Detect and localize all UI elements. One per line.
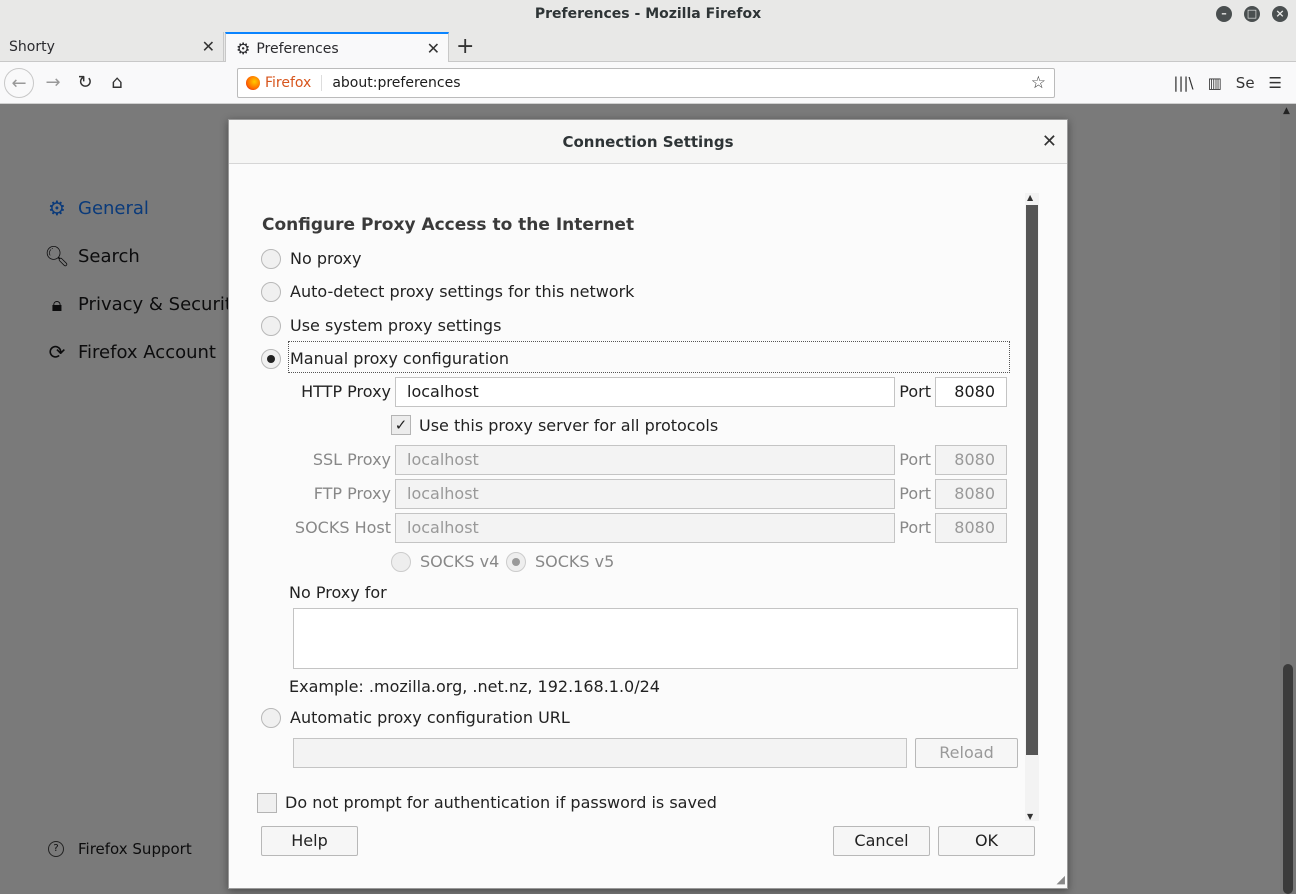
ftp-proxy-label: FTP Proxy [313, 484, 391, 503]
radio-auto-config-url[interactable] [261, 708, 281, 728]
reload-button[interactable]: Reload [915, 738, 1018, 768]
dialog-title: Connection Settings [229, 120, 1067, 164]
sidebar-item-label: Search [78, 245, 140, 267]
window-titlebar: Preferences - Mozilla Firefox – □ × [0, 0, 1296, 28]
scroll-down-icon[interactable]: ▼ [1027, 812, 1033, 821]
ftp-port-label: Port [899, 484, 931, 503]
help-button[interactable]: Help [261, 826, 358, 856]
ssl-proxy-label: SSL Proxy [312, 450, 391, 469]
page-scrollbar[interactable]: ▲ [1280, 104, 1296, 894]
socks-port-input[interactable]: 8080 [935, 513, 1007, 543]
ftp-proxy-input[interactable]: localhost [395, 479, 895, 509]
search-icon: 🔍︎ [44, 244, 70, 268]
radio-socks-v5[interactable] [506, 552, 526, 572]
scroll-up-icon[interactable]: ▲ [1283, 106, 1290, 116]
minimize-icon[interactable]: – [1216, 6, 1232, 22]
http-proxy-input[interactable]: localhost [395, 377, 895, 407]
bookmark-star-icon[interactable]: ☆ [1031, 73, 1046, 93]
window-title: Preferences - Mozilla Firefox [534, 6, 762, 22]
help-icon: ? [48, 841, 64, 857]
socks-host-input[interactable]: localhost [395, 513, 895, 543]
page-scroll-thumb[interactable] [1283, 664, 1293, 894]
url-bar[interactable]: Firefox about:preferences ☆ [237, 68, 1055, 98]
tab-label: Shorty [9, 39, 55, 55]
scroll-up-icon[interactable]: ▲ [1027, 193, 1033, 202]
lock-icon: 🔒︎ [51, 292, 63, 316]
radio-socks-v4[interactable] [391, 552, 411, 572]
gear-icon: ⚙ [236, 39, 251, 58]
menu-icon[interactable]: ☰ [1269, 74, 1282, 92]
gear-icon: ⚙ [48, 196, 66, 220]
sidebar-item-general[interactable]: ⚙ General [44, 184, 243, 232]
close-icon[interactable]: ✕ [1042, 131, 1057, 152]
radio-manual-proxy[interactable] [261, 349, 281, 369]
sidebar-item-account[interactable]: ⟳ Firefox Account [44, 328, 243, 376]
use-for-all-checkbox[interactable]: ✓ [391, 415, 411, 435]
auto-config-url-label[interactable]: Automatic proxy configuration URL [290, 708, 570, 727]
no-proxy-for-label: No Proxy for [289, 583, 387, 602]
ok-button[interactable]: OK [938, 826, 1035, 856]
sidebar-item-label: Firefox Account [78, 341, 216, 363]
radio-system-proxy[interactable] [261, 316, 281, 336]
sidebar-item-label: Privacy & Security [78, 293, 243, 315]
no-proxy-label[interactable]: No proxy [290, 249, 361, 268]
support-label: Firefox Support [78, 840, 192, 858]
manual-proxy-label[interactable]: Manual proxy configuration [290, 349, 509, 368]
tab-close-icon[interactable]: ✕ [427, 39, 440, 58]
sidebar-item-search[interactable]: 🔍︎ Search [44, 232, 243, 280]
auto-detect-label[interactable]: Auto-detect proxy settings for this netw… [290, 282, 634, 301]
no-proxy-example: Example: .mozilla.org, .net.nz, 192.168.… [289, 677, 660, 696]
firefox-support-link[interactable]: ? Firefox Support [48, 840, 192, 858]
selenium-icon[interactable]: Se [1236, 74, 1255, 92]
ssl-port-label: Port [899, 450, 931, 469]
socks-v5-label[interactable]: SOCKS v5 [535, 552, 614, 571]
url-text[interactable]: about:preferences [332, 75, 460, 91]
auto-config-url-input[interactable] [293, 738, 907, 768]
firefox-icon [246, 76, 260, 90]
http-proxy-label: HTTP Proxy [301, 382, 391, 401]
ftp-port-input[interactable]: 8080 [935, 479, 1007, 509]
system-proxy-label[interactable]: Use system proxy settings [290, 316, 501, 335]
no-prompt-auth-checkbox[interactable] [257, 793, 277, 813]
navigation-bar: ← → ↻ ⌂ Firefox about:preferences ☆ |||\… [0, 62, 1296, 104]
http-port-input[interactable]: 8080 [935, 377, 1007, 407]
new-tab-icon[interactable]: + [456, 34, 474, 59]
home-icon[interactable]: ⌂ [102, 68, 132, 98]
resize-grip-icon[interactable]: ◢ [1057, 873, 1065, 886]
ssl-proxy-input[interactable]: localhost [395, 445, 895, 475]
sidebar-item-label: General [78, 197, 149, 219]
close-window-icon[interactable]: × [1272, 6, 1288, 22]
connection-settings-dialog: Connection Settings ✕ Configure Proxy Ac… [228, 119, 1068, 889]
reload-icon[interactable]: ↻ [70, 68, 100, 98]
socks-v4-label[interactable]: SOCKS v4 [420, 552, 499, 571]
http-port-label: Port [899, 382, 931, 401]
socks-host-label: SOCKS Host [294, 518, 391, 537]
tab-shorty[interactable]: Shorty ✕ [0, 32, 224, 62]
radio-no-proxy[interactable] [261, 249, 281, 269]
maximize-icon[interactable]: □ [1244, 6, 1260, 22]
dialog-scrollbar[interactable]: ▲ ▼ [1025, 193, 1039, 821]
tab-label: Preferences [256, 40, 339, 57]
no-proxy-for-textarea[interactable] [293, 608, 1018, 669]
back-icon[interactable]: ← [4, 68, 34, 98]
tab-preferences[interactable]: ⚙ Preferences ✕ [225, 32, 449, 63]
sidebar-icon[interactable]: ▥ [1208, 74, 1222, 92]
socks-port-label: Port [899, 518, 931, 537]
use-for-all-label[interactable]: Use this proxy server for all protocols [419, 416, 718, 435]
tab-bar: Shorty ✕ ⚙ Preferences ✕ + [0, 28, 1296, 63]
section-heading: Configure Proxy Access to the Internet [262, 215, 635, 235]
sidebar-item-privacy[interactable]: 🔒︎ Privacy & Security [44, 280, 243, 328]
radio-auto-detect[interactable] [261, 282, 281, 302]
library-icon[interactable]: |||\ [1173, 74, 1193, 92]
dialog-scroll-thumb[interactable] [1026, 205, 1038, 755]
identity-label: Firefox [265, 75, 323, 91]
tab-close-icon[interactable]: ✕ [202, 37, 215, 56]
ssl-port-input[interactable]: 8080 [935, 445, 1007, 475]
no-prompt-auth-label[interactable]: Do not prompt for authentication if pass… [285, 793, 717, 812]
forward-icon[interactable]: → [38, 68, 68, 98]
cancel-button[interactable]: Cancel [833, 826, 930, 856]
sync-icon: ⟳ [48, 340, 66, 364]
preferences-sidebar: ⚙ General 🔍︎ Search 🔒︎ Privacy & Securit… [44, 184, 243, 376]
